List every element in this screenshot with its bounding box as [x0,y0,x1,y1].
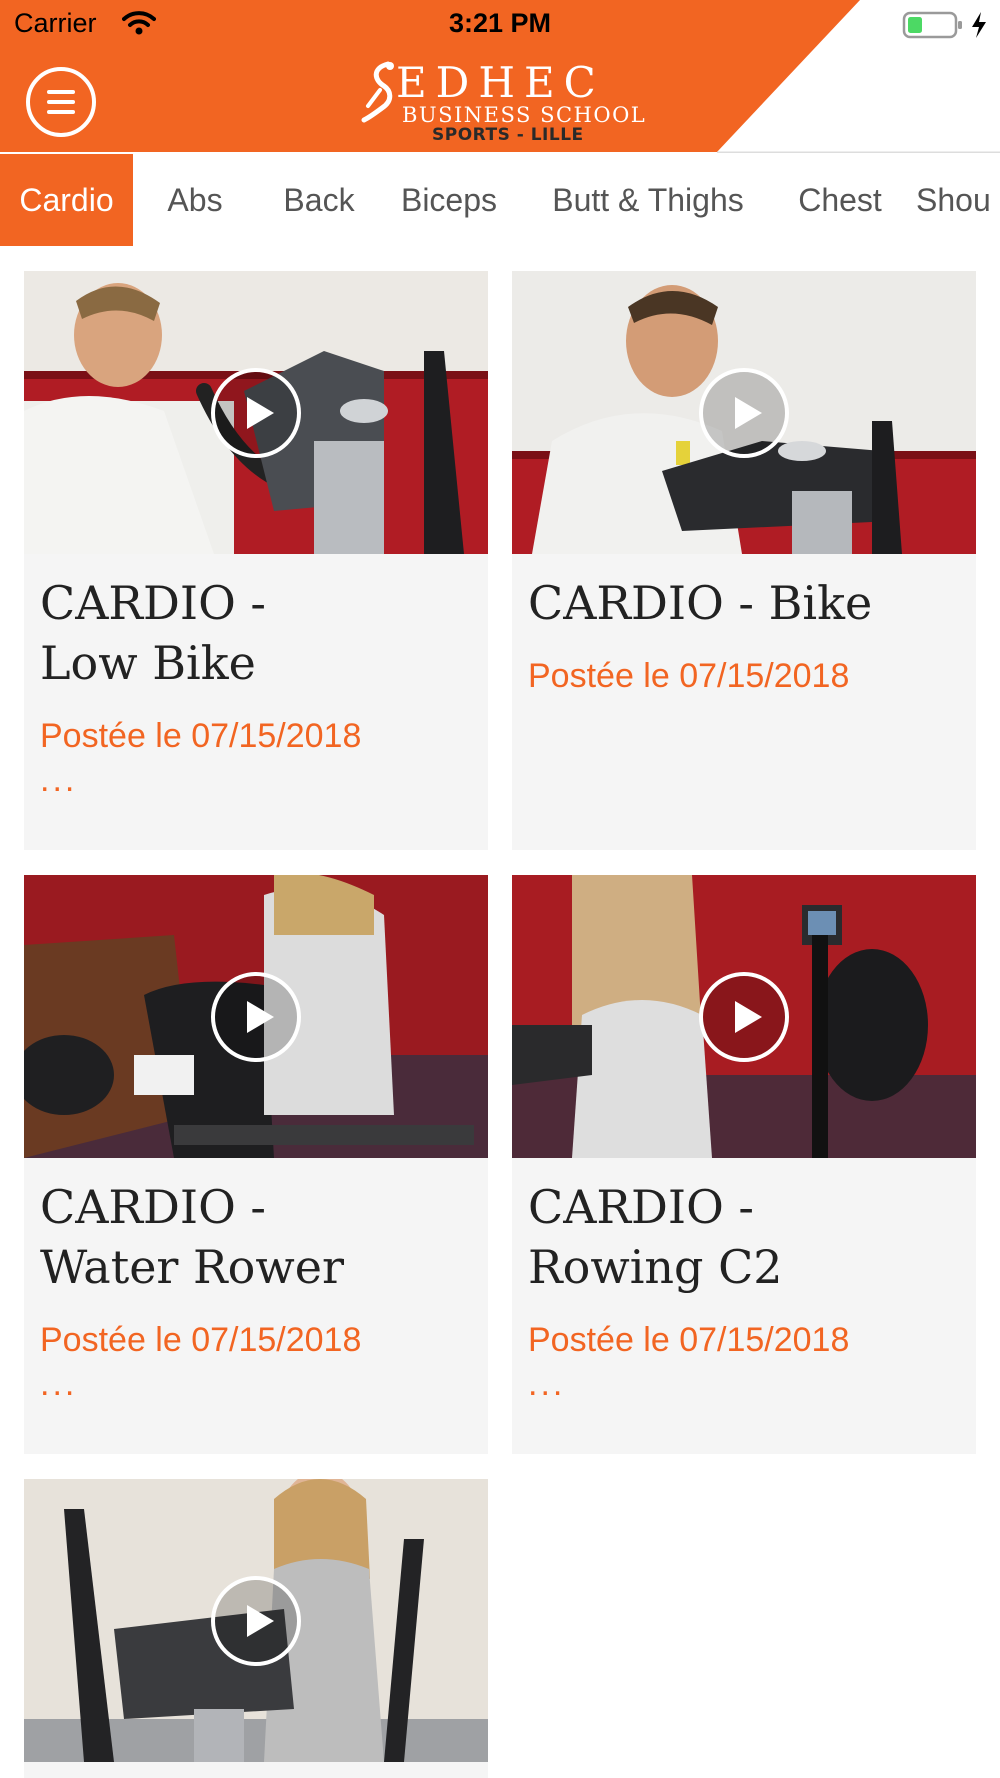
video-date: Postée le 07/15/2018 [528,657,850,695]
tab-butt-thighs[interactable]: Butt & Thighs [528,154,768,246]
video-title: CARDIO - Bike [528,576,873,630]
charging-bolt-icon [970,10,988,40]
video-card[interactable] [24,1479,488,1778]
menu-button[interactable] [26,67,96,137]
tab-chest[interactable]: Chest [786,154,894,246]
tab-biceps[interactable]: Biceps [390,154,508,246]
logo-tagline: SPORTS - LILLE [432,125,584,145]
category-tabs: Cardio Abs Back Biceps Butt & Thighs Che… [0,154,1000,246]
tab-back[interactable]: Back [268,154,370,246]
battery-charging-icon [902,10,964,40]
video-card[interactable]: CARDIO - Low Bike Postée le 07/15/2018 .… [24,271,488,850]
edhec-logo: EDHEC BUSINESS SCHOOL SPORTS - LILLE [360,58,650,145]
video-card[interactable]: CARDIO - Water Rower Postée le 07/15/201… [24,875,488,1454]
video-card[interactable]: CARDIO - Rowing C2 Postée le 07/15/2018 … [512,875,976,1454]
video-date: Postée le 07/15/2018 [40,1321,362,1359]
play-button[interactable] [210,1575,302,1667]
video-date: Postée le 07/15/2018 [528,1321,850,1359]
tab-shoulders[interactable]: Shou [916,154,1000,246]
play-button[interactable] [698,971,790,1063]
video-title: CARDIO - Rowing C2 [528,1180,783,1294]
video-thumbnail[interactable] [512,271,976,554]
video-thumbnail[interactable] [24,271,488,554]
play-button[interactable] [210,367,302,459]
video-more[interactable]: ... [528,1365,565,1404]
logo-subtitle: BUSINESS SCHOOL [402,103,647,127]
video-date: Postée le 07/15/2018 [40,717,362,755]
video-thumbnail[interactable] [24,875,488,1158]
status-bar: Carrier 3:21 PM [0,0,1000,50]
video-thumbnail[interactable] [24,1479,488,1762]
tab-abs[interactable]: Abs [150,154,240,246]
logo-name: EDHEC [396,58,605,107]
clock: 3:21 PM [448,8,552,38]
video-title: CARDIO - Water Rower [40,1180,344,1294]
video-more[interactable]: ... [40,1365,77,1404]
video-thumbnail[interactable] [512,875,976,1158]
video-more[interactable]: ... [40,761,77,800]
video-title: CARDIO - Low Bike [40,576,266,690]
tab-cardio[interactable]: Cardio [0,154,133,246]
video-card[interactable]: CARDIO - Bike Postée le 07/15/2018 [512,271,976,850]
play-button[interactable] [698,367,790,459]
play-button[interactable] [210,971,302,1063]
